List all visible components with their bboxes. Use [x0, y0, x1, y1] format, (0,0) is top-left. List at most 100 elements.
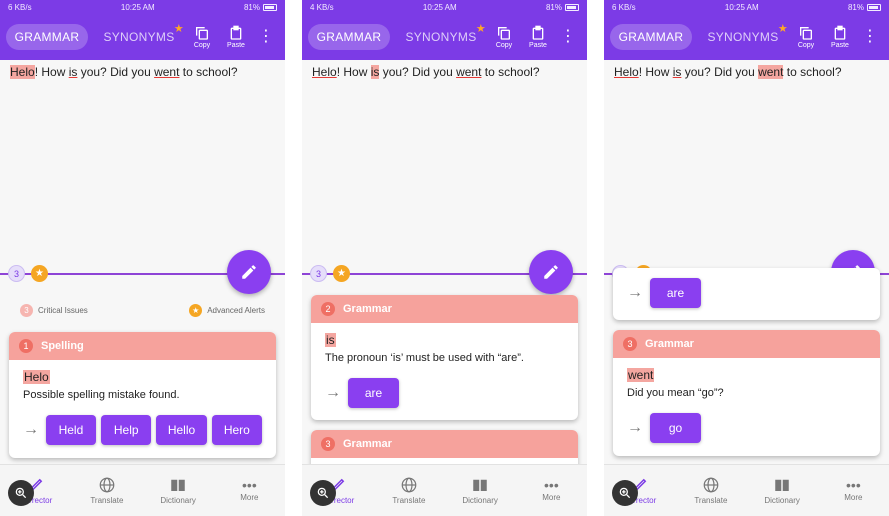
nav-more[interactable]: ••• More: [818, 465, 889, 516]
nav-more-label: More: [844, 493, 863, 502]
card-number: 1: [19, 339, 33, 353]
advanced-star-icon[interactable]: ★: [31, 265, 48, 282]
battery-icon: [565, 3, 579, 11]
issue-card-grammar[interactable]: 2 Grammar is The pronoun ‘is’ must be us…: [311, 295, 578, 420]
kebab-icon[interactable]: ⋮: [560, 29, 576, 45]
more-dots-icon: •••: [242, 477, 257, 493]
error-word-grammar[interactable]: went: [456, 65, 481, 79]
copy-button[interactable]: Copy: [488, 25, 520, 49]
book-icon: [473, 479, 487, 491]
status-bar: 6 KB/s 10:25 AM 81%: [604, 0, 889, 14]
suggestion-button[interactable]: are: [348, 378, 399, 408]
zoom-in-button[interactable]: [8, 480, 34, 506]
arrow-right-icon: →: [23, 421, 39, 438]
nav-dictionary[interactable]: Dictionary: [143, 465, 214, 516]
card-header: 1 Spelling: [9, 332, 276, 360]
arrow-right-icon: →: [325, 384, 341, 401]
issue-card-grammar-prev[interactable]: → are: [613, 268, 880, 320]
kebab-icon[interactable]: ⋮: [258, 29, 274, 45]
suggestion-button[interactable]: are: [650, 278, 701, 308]
issues-count-badge[interactable]: 3: [8, 265, 25, 282]
error-word-spelling[interactable]: Helo: [614, 65, 639, 79]
paste-button[interactable]: Paste: [522, 25, 554, 49]
suggestion-button[interactable]: go: [650, 413, 701, 443]
suggestion-button[interactable]: Hello: [156, 415, 207, 445]
nav-dictionary-label: Dictionary: [160, 496, 196, 505]
tab-grammar[interactable]: GRAMMAR: [6, 24, 88, 50]
arrow-right-icon: →: [627, 284, 643, 301]
copy-icon: [196, 27, 208, 40]
tab-synonyms[interactable]: SYNONYMS ★: [698, 23, 788, 50]
text-editor[interactable]: Helo! How is you? Did you went to school…: [614, 64, 879, 80]
issues-count-badge[interactable]: 3: [310, 265, 327, 282]
suggestion-button[interactable]: Held: [45, 415, 97, 445]
nav-dictionary[interactable]: Dictionary: [747, 465, 818, 516]
paste-button[interactable]: Paste: [824, 25, 856, 49]
advanced-alerts-label: Advanced Alerts: [207, 306, 265, 315]
error-word-grammar[interactable]: went: [154, 65, 179, 79]
critical-count-badge: 3: [20, 304, 33, 317]
edit-fab[interactable]: [227, 250, 271, 294]
bottom-nav: Corrector Translate Dictionary ••• More: [0, 464, 285, 516]
paste-label: Paste: [831, 42, 849, 49]
nav-more[interactable]: ••• More: [214, 465, 285, 516]
copy-label: Copy: [495, 42, 513, 49]
nav-translate[interactable]: Translate: [373, 465, 444, 516]
nav-translate-label: Translate: [392, 496, 426, 505]
book-icon: [775, 479, 789, 491]
copy-button[interactable]: Copy: [186, 25, 218, 49]
nav-translate[interactable]: Translate: [675, 465, 746, 516]
zoom-in-button[interactable]: [612, 480, 638, 506]
network-speed: 4 KB/s: [310, 2, 334, 12]
suggestion-row: → go: [627, 413, 866, 443]
screen-spelling: 6 KB/s 10:25 AM 81% GRAMMAR SYNONYMS ★ Co…: [0, 0, 285, 516]
card-number: 3: [321, 437, 335, 451]
card-title: Spelling: [41, 340, 84, 352]
advanced-star-icon: ★: [189, 304, 203, 317]
nav-more[interactable]: ••• More: [516, 465, 587, 516]
issue-card-spelling[interactable]: 1 Spelling Helo Possible spelling mistak…: [9, 332, 276, 458]
battery-level: 81%: [847, 2, 864, 12]
text-segment: ! How: [34, 65, 69, 79]
bottom-nav: Corrector Translate Dictionary ••• More: [302, 464, 587, 516]
issue-message: The pronoun ‘is’ must be used with “are”…: [325, 352, 524, 364]
text-editor[interactable]: Helo! How is you? Did you went to school…: [10, 64, 275, 80]
globe-icon: [401, 477, 417, 493]
edit-fab[interactable]: [529, 250, 573, 294]
premium-star-icon: ★: [173, 23, 184, 35]
paste-label: Paste: [227, 42, 245, 49]
screen-grammar-went: 6 KB/s 10:25 AM 81% GRAMMAR SYNONYMS ★ Co…: [604, 0, 889, 516]
error-word-spelling[interactable]: Helo: [10, 65, 35, 79]
tab-synonyms-label: SYNONYMS: [405, 30, 477, 44]
tab-synonyms[interactable]: SYNONYMS ★: [94, 23, 184, 50]
suggestion-button[interactable]: Help: [101, 415, 152, 445]
kebab-icon[interactable]: ⋮: [862, 29, 878, 45]
copy-button[interactable]: Copy: [790, 25, 822, 49]
nav-dictionary[interactable]: Dictionary: [445, 465, 516, 516]
text-segment: ! How: [638, 65, 673, 79]
globe-icon: [99, 477, 115, 493]
zoom-in-icon: [619, 487, 631, 499]
text-editor[interactable]: Helo! How is you? Did you went to school…: [312, 64, 577, 80]
suggestion-button[interactable]: Hero: [211, 415, 262, 445]
arrow-right-icon: →: [627, 419, 643, 436]
issues-legend: 3 Critical Issues ★ Advanced Alerts: [20, 304, 265, 317]
bottom-nav: Corrector Translate Dictionary ••• More: [604, 464, 889, 516]
tab-synonyms[interactable]: SYNONYMS ★: [396, 23, 486, 50]
error-word-spelling[interactable]: Helo: [312, 65, 337, 79]
issue-card-grammar[interactable]: 3 Grammar went Did you mean “go”? → go: [613, 330, 880, 456]
battery-level: 81%: [243, 2, 260, 12]
tab-grammar[interactable]: GRAMMAR: [610, 24, 692, 50]
nav-translate[interactable]: Translate: [71, 465, 142, 516]
top-app-bar: GRAMMAR SYNONYMS ★ Copy Paste ⋮: [0, 14, 285, 60]
top-app-bar: GRAMMAR SYNONYMS ★ Copy Paste ⋮: [302, 14, 587, 60]
zoom-in-button[interactable]: [310, 480, 336, 506]
paste-button[interactable]: Paste: [220, 25, 252, 49]
error-word-grammar[interactable]: went: [758, 65, 784, 79]
zoom-in-icon: [15, 487, 27, 499]
advanced-star-icon[interactable]: ★: [333, 265, 350, 282]
tab-grammar[interactable]: GRAMMAR: [308, 24, 390, 50]
card-header: 3 Grammar: [613, 330, 880, 358]
nav-dictionary-label: Dictionary: [462, 496, 498, 505]
clock: 10:25 AM: [120, 2, 155, 12]
